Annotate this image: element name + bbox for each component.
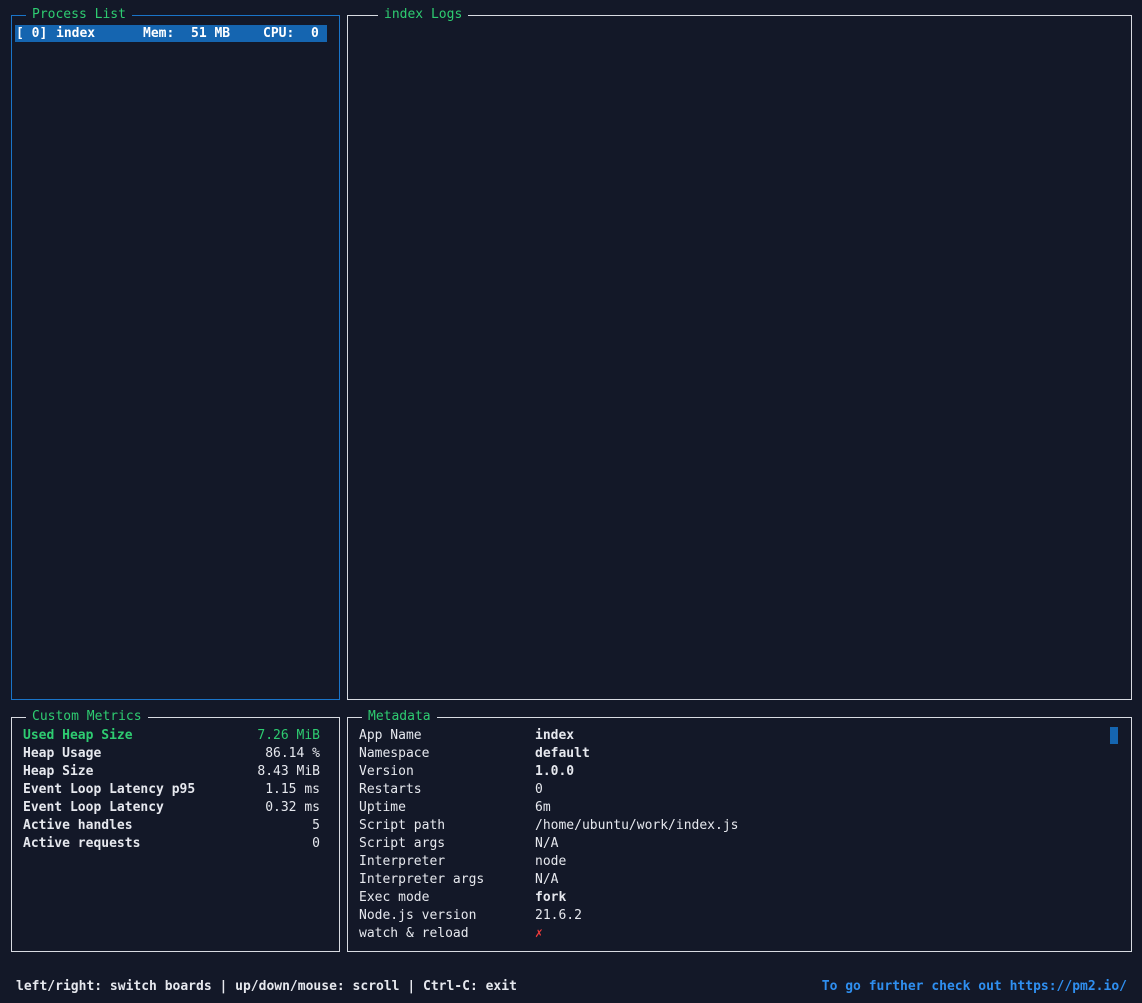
metric-value: 86.14 % [265,746,320,761]
metric-row: Heap Size 8.43 MiB [23,763,320,781]
process-mem-label: Mem: [143,26,175,41]
metadata-panel[interactable]: Metadata App Name index Namespace defaul… [347,709,1132,952]
metric-row: Event Loop Latency 0.32 ms [23,799,320,817]
process-list-panel[interactable]: Process List [ 0] index Mem: 51 MB CPU: … [11,7,340,700]
metadata-value: 6m [535,800,551,815]
metric-label: Event Loop Latency [23,800,164,815]
process-name: index [56,26,96,41]
metric-row: Active handles 5 [23,817,320,835]
metadata-key: Namespace [359,746,430,761]
metric-value: 1.15 ms [265,782,320,797]
metadata-value: default [535,746,590,761]
metric-label: Heap Usage [23,746,102,761]
metric-label: Active requests [23,836,141,851]
metadata-title: Metadata [362,709,437,725]
metadata-scrollbar[interactable] [1110,727,1118,744]
metadata-key: Uptime [359,800,406,815]
metadata-key: Script path [359,818,446,833]
metric-value: 7.26 MiB [257,728,320,743]
metric-label: Used Heap Size [23,728,133,743]
custom-metrics-panel[interactable]: Custom Metrics Used Heap Size 7.26 MiB H… [11,709,340,952]
custom-metrics-title: Custom Metrics [26,709,148,725]
metadata-value: N/A [535,836,559,851]
metric-row: Heap Usage 86.14 % [23,745,320,763]
metric-row: Active requests 0 [23,835,320,853]
process-mem-value: 51 MB [191,26,231,41]
metadata-value: index [535,728,575,743]
pm2-promo-link[interactable]: To go further check out https://pm2.io/ [822,978,1127,996]
metadata-value: /home/ubuntu/work/index.js [535,818,739,833]
metadata-key: Exec mode [359,890,430,905]
metadata-value: 21.6.2 [535,908,582,923]
metric-label: Heap Size [23,764,94,779]
metric-row: Event Loop Latency p95 1.15 ms [23,781,320,799]
metric-value: 8.43 MiB [257,764,320,779]
metadata-key: Script args [359,836,446,851]
metadata-key: Restarts [359,782,422,797]
cross-mark-icon: ✗ [535,926,543,941]
metadata-key: Node.js version [359,908,477,923]
process-list-title: Process List [26,7,132,23]
metadata-value: node [535,854,567,869]
metadata-key: Interpreter args [359,872,485,887]
metric-value: 0.32 ms [265,800,320,815]
process-cpu-value: 0 [311,26,319,41]
metadata-key: Version [359,764,414,779]
metric-label: Active handles [23,818,133,833]
metadata-key: watch & reload [359,926,469,941]
metadata-value: 0 [535,782,543,797]
metadata-key: Interpreter [359,854,446,869]
process-id: [ 0] [16,26,48,41]
metadata-value: N/A [535,872,559,887]
process-cpu-label: CPU: [263,26,295,41]
metric-row: Used Heap Size 7.26 MiB [23,727,320,745]
process-row-index[interactable]: [ 0] index Mem: 51 MB CPU: 0 [15,25,327,42]
metric-label: Event Loop Latency p95 [23,782,196,797]
metadata-value: 1.0.0 [535,764,575,779]
logs-title: index Logs [378,7,469,23]
logs-panel[interactable]: index Logs [347,7,1132,700]
metadata-value: fork [535,890,567,905]
keyboard-help-text: left/right: switch boards | up/down/mous… [16,979,517,994]
metadata-key: App Name [359,728,422,743]
metric-value: 0 [312,836,320,851]
metric-value: 5 [312,818,320,833]
